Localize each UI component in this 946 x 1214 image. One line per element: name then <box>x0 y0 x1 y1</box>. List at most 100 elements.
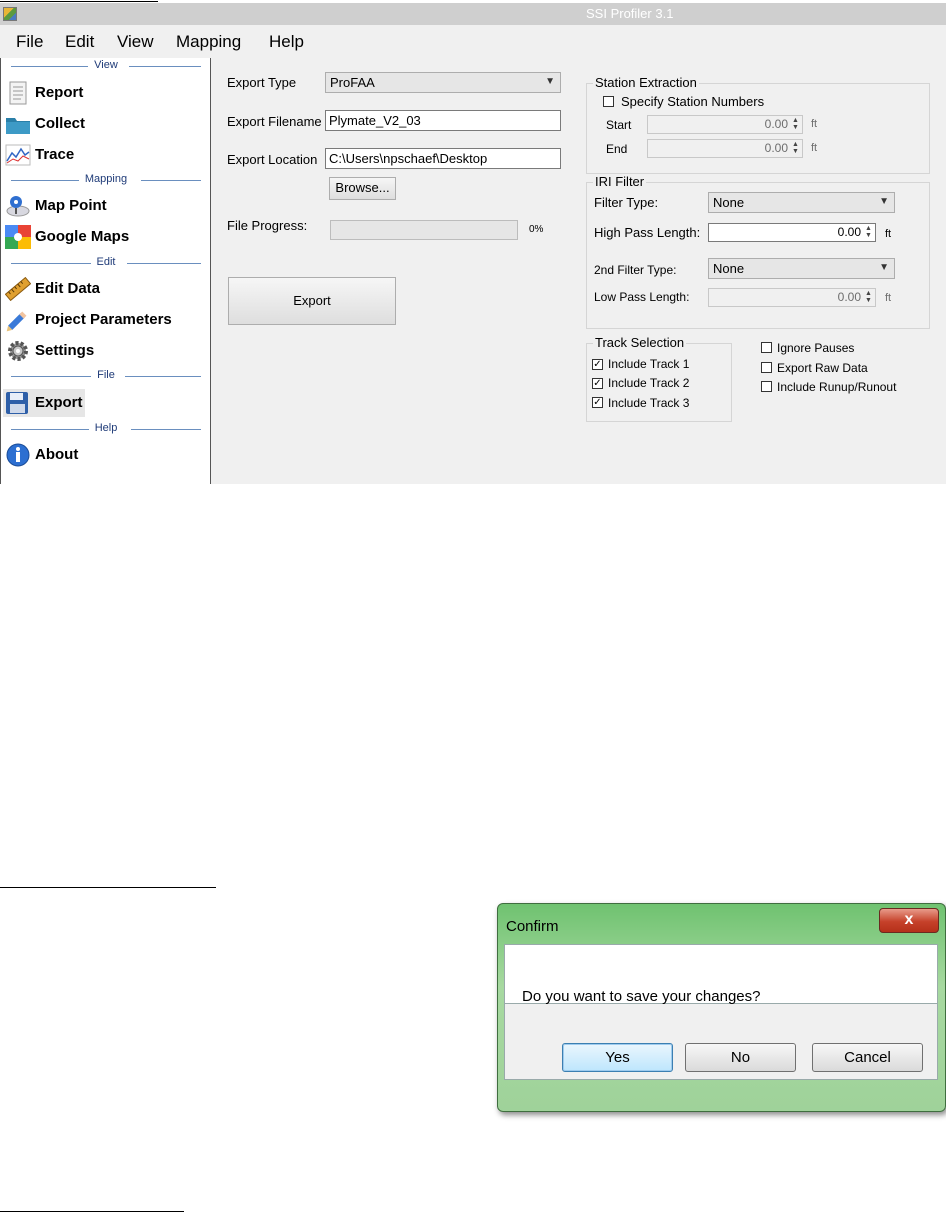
app-window: SSI Profiler 3.1 File Edit View Mapping … <box>0 3 946 484</box>
include-track-2-label: Include Track 2 <box>608 376 690 390</box>
sidebar-section-help: Help <box>11 422 201 435</box>
sidebar-item-label: Google Maps <box>35 228 130 245</box>
menu-help[interactable]: Help <box>269 32 304 52</box>
start-station-spinner[interactable]: 0.00 ▲ ▼ <box>647 115 803 134</box>
spinner-arrows-icon[interactable]: ▲ ▼ <box>863 225 874 240</box>
filter-type-dropdown[interactable]: None ▼ <box>708 192 895 213</box>
spinner-arrows-icon[interactable]: ▲ ▼ <box>790 117 801 132</box>
sidebar: View Report Collect Trace Mapping Map Po… <box>0 58 211 484</box>
sidebar-item-label: Map Point <box>35 197 107 214</box>
cancel-button[interactable]: Cancel <box>812 1043 923 1072</box>
start-unit: ft <box>811 118 818 130</box>
no-button[interactable]: No <box>685 1043 796 1072</box>
dialog-message: Do you want to save your changes? <box>522 988 761 1005</box>
high-pass-length-spinner[interactable]: 0.00 ▲ ▼ <box>708 223 876 242</box>
document-rule-middle <box>0 887 216 888</box>
export-filename-label: Export Filename <box>227 114 322 129</box>
chevron-down-icon: ▼ <box>545 76 555 87</box>
sidebar-item-project-parameters[interactable]: Project Parameters <box>3 306 203 334</box>
sidebar-item-map-point[interactable]: Map Point <box>3 192 203 220</box>
menu-view[interactable]: View <box>117 32 154 52</box>
filter-type-value: None <box>713 195 745 210</box>
start-value: 0.00 <box>764 117 788 131</box>
sidebar-item-export[interactable]: Export <box>3 389 85 417</box>
end-station-spinner[interactable]: 0.00 ▲ ▼ <box>647 139 803 158</box>
include-runup-runout-checkbox[interactable] <box>761 381 772 392</box>
sidebar-item-google-maps[interactable]: Google Maps <box>3 223 203 251</box>
export-type-label: Export Type <box>227 75 297 90</box>
low-pass-length-value: 0.00 <box>837 290 861 304</box>
include-track-3-checkbox[interactable]: ✓ <box>592 397 603 408</box>
sidebar-item-label: Export <box>35 394 83 411</box>
end-label: End <box>606 142 628 156</box>
close-icon[interactable]: x <box>879 908 939 933</box>
include-track-3-label: Include Track 3 <box>608 396 690 410</box>
menu-file[interactable]: File <box>16 32 43 52</box>
sidebar-item-report[interactable]: Report <box>3 79 203 107</box>
info-icon <box>6 443 30 467</box>
spinner-arrows-icon[interactable]: ▲ ▼ <box>863 290 874 305</box>
low-pass-length-spinner[interactable]: 0.00 ▲ ▼ <box>708 288 876 307</box>
folder-icon <box>6 118 30 134</box>
chevron-down-icon: ▼ <box>879 262 889 273</box>
start-label: Start <box>606 118 632 132</box>
menu-mapping[interactable]: Mapping <box>176 32 241 52</box>
file-progress-percent: 0% <box>529 224 544 235</box>
export-raw-data-checkbox[interactable] <box>761 362 772 373</box>
sidebar-section-edit: Edit <box>11 256 201 269</box>
ignore-pauses-label: Ignore Pauses <box>777 341 855 355</box>
second-filter-type-dropdown[interactable]: None ▼ <box>708 258 895 279</box>
google-maps-icon <box>5 225 31 249</box>
sidebar-item-settings[interactable]: Settings <box>3 337 203 365</box>
sidebar-item-label: Edit Data <box>35 280 101 297</box>
track-selection-title: Track Selection <box>593 335 687 350</box>
export-location-label: Export Location <box>227 152 318 167</box>
sidebar-item-label: Trace <box>35 146 75 163</box>
dialog-body: Do you want to save your changes? <box>504 944 938 1005</box>
ignore-pauses-checkbox[interactable] <box>761 342 772 353</box>
spinner-arrows-icon[interactable]: ▲ ▼ <box>790 141 801 156</box>
pencil-icon <box>6 311 27 332</box>
specify-station-numbers-checkbox[interactable] <box>603 96 614 107</box>
sidebar-item-label: Settings <box>35 342 95 359</box>
second-filter-type-value: None <box>713 261 745 276</box>
report-icon <box>9 81 27 105</box>
low-pass-unit: ft <box>885 292 892 304</box>
app-icon <box>3 7 17 21</box>
ruler-icon <box>5 277 31 301</box>
sidebar-section-mapping: Mapping <box>11 173 201 186</box>
end-value: 0.00 <box>764 141 788 155</box>
section-label: Help <box>88 422 124 434</box>
file-progress-label: File Progress: <box>227 218 308 233</box>
sidebar-item-collect[interactable]: Collect <box>3 110 203 138</box>
second-filter-type-label: 2nd Filter Type: <box>594 263 677 277</box>
export-type-dropdown[interactable]: ProFAA ▼ <box>325 72 561 93</box>
sidebar-item-about[interactable]: About <box>3 441 203 469</box>
confirm-dialog: Confirm x Do you want to save your chang… <box>497 903 946 1112</box>
high-pass-length-label: High Pass Length: <box>594 225 701 240</box>
specify-station-numbers-label: Specify Station Numbers <box>621 94 765 109</box>
map-pin-icon <box>6 196 30 217</box>
sidebar-item-label: Collect <box>35 115 86 132</box>
include-track-2-checkbox[interactable]: ✓ <box>592 378 603 389</box>
sidebar-item-edit-data[interactable]: Edit Data <box>3 275 203 303</box>
document-rule-bottom <box>0 1211 184 1212</box>
sidebar-item-trace[interactable]: Trace <box>3 141 203 169</box>
include-track-1-label: Include Track 1 <box>608 357 690 371</box>
yes-button[interactable]: Yes <box>562 1043 673 1072</box>
sidebar-section-file: File <box>11 369 201 382</box>
title-bar: SSI Profiler 3.1 <box>0 3 946 25</box>
floppy-disk-icon <box>6 392 28 414</box>
export-location-input[interactable]: C:\Users\npschaef\Desktop <box>325 148 561 169</box>
menu-bar: File Edit View Mapping Help <box>0 25 946 58</box>
export-button[interactable]: Export <box>228 277 396 325</box>
file-progress-bar <box>330 220 518 240</box>
section-label: Edit <box>90 256 122 268</box>
dialog-button-row: Yes No Cancel <box>504 1004 938 1080</box>
export-raw-data-label: Export Raw Data <box>777 361 868 375</box>
include-track-1-checkbox[interactable]: ✓ <box>592 359 603 370</box>
export-filename-input[interactable]: Plymate_V2_03 <box>325 110 561 131</box>
browse-button[interactable]: Browse... <box>329 177 396 200</box>
menu-edit[interactable]: Edit <box>65 32 94 52</box>
sidebar-item-label: About <box>35 446 79 463</box>
